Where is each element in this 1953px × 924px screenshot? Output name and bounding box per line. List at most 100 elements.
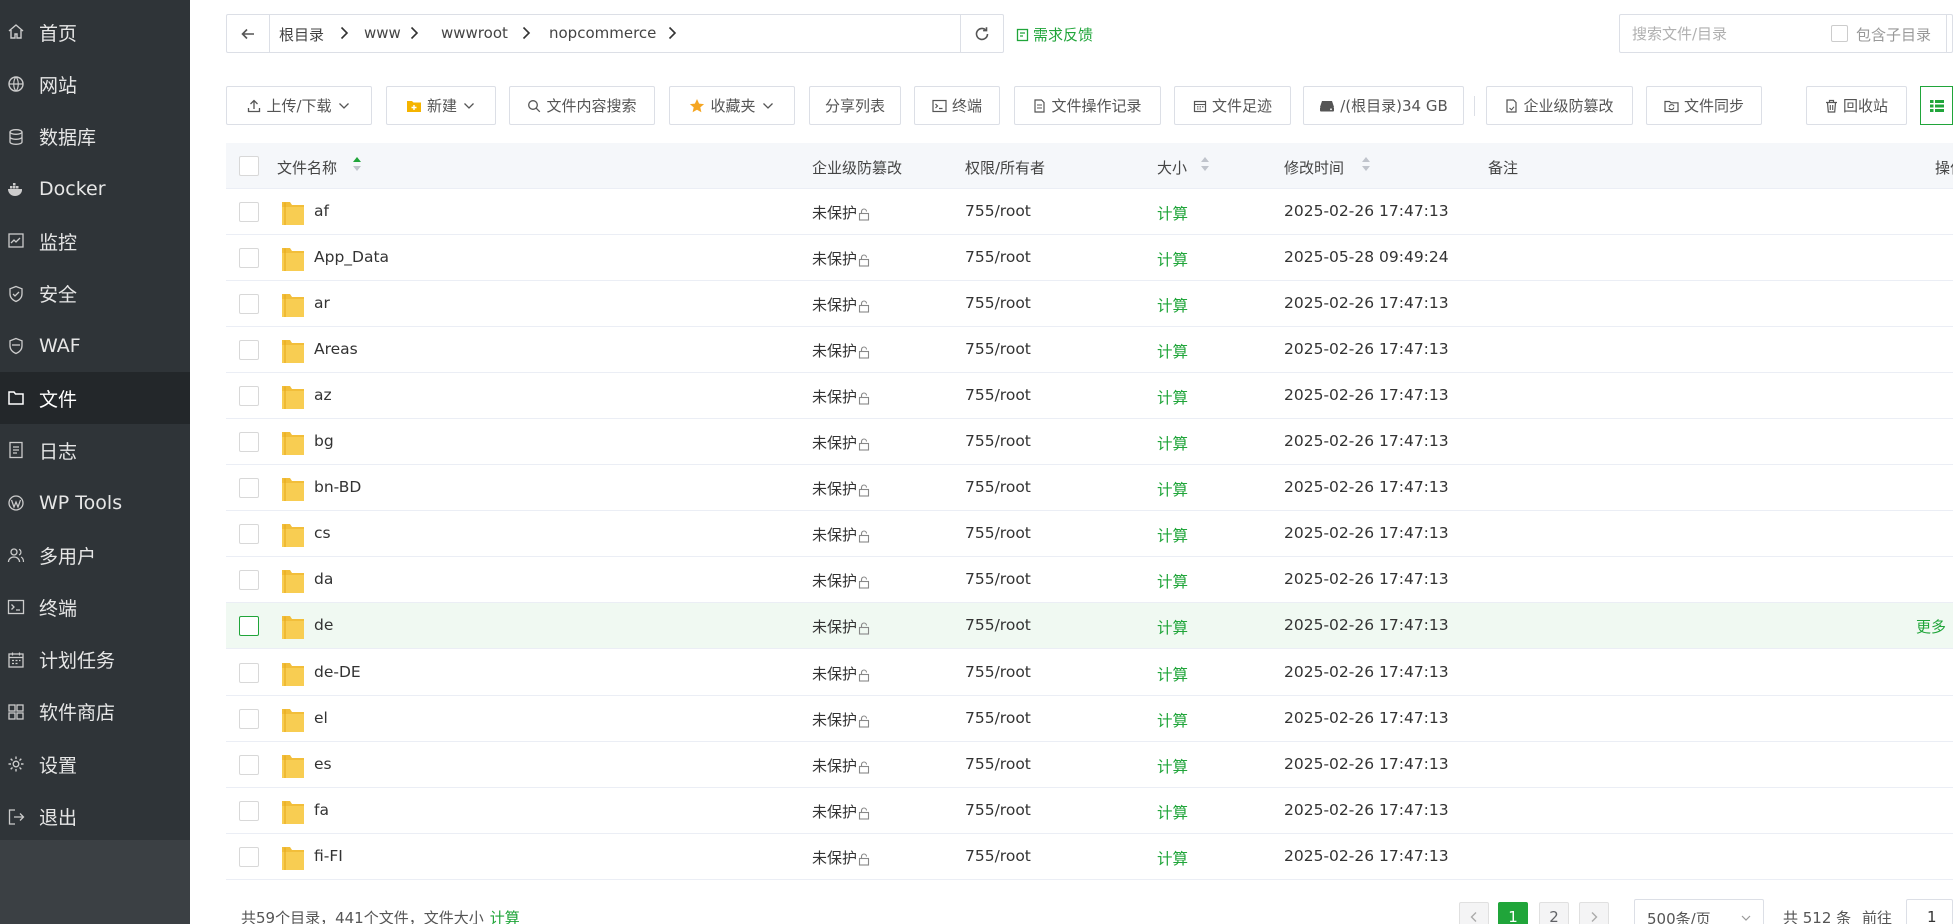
sidebar-item[interactable]: 网站 <box>0 58 190 110</box>
list-view-toggle[interactable] <box>1920 86 1953 125</box>
protect-status[interactable]: 未保护 <box>812 340 870 361</box>
table-row[interactable]: de-DE 未保护 755/root 计算 2025-02-26 17:47:13 <box>226 650 1953 696</box>
file-name[interactable]: da <box>314 570 333 588</box>
lock-icon[interactable] <box>858 715 870 728</box>
permission-owner[interactable]: 755/root <box>965 570 1031 588</box>
sidebar-item[interactable]: Docker <box>0 163 190 215</box>
op-log-button[interactable]: 文件操作记录 <box>1014 86 1161 125</box>
table-row[interactable]: es 未保护 755/root 计算 2025-02-26 17:47:13 <box>226 742 1953 788</box>
file-name[interactable]: fi-FI <box>314 847 343 865</box>
protect-status[interactable]: 未保护 <box>812 294 870 315</box>
sidebar-item[interactable]: 监控 <box>0 215 190 267</box>
prev-page-button[interactable] <box>1459 902 1489 924</box>
table-row[interactable]: App_Data 未保护 755/root 计算 2025-05-28 09:49:24 <box>226 235 1953 282</box>
feedback-link[interactable]: 需求反馈 <box>1016 24 1093 45</box>
lock-icon[interactable] <box>858 807 870 820</box>
permission-owner[interactable]: 755/root <box>965 709 1031 727</box>
sidebar-item[interactable]: 终端 <box>0 581 190 633</box>
size-calc-link[interactable]: 计算 <box>1157 340 1188 362</box>
sidebar-item[interactable]: 软件商店 <box>0 686 190 738</box>
select-all-checkbox[interactable] <box>239 156 259 176</box>
tamper-protect-button[interactable]: 企业级防篡改 <box>1486 86 1633 125</box>
table-row[interactable]: bn-BD 未保护 755/root 计算 2025-02-26 17:47:13 <box>226 465 1953 512</box>
summary-calc-link[interactable]: 计算 <box>490 907 520 924</box>
sidebar-item[interactable]: 数据库 <box>0 111 190 163</box>
protect-status[interactable]: 未保护 <box>812 616 870 637</box>
include-subdir-checkbox[interactable] <box>1831 25 1848 42</box>
lock-icon[interactable] <box>858 484 870 497</box>
size-calc-link[interactable]: 计算 <box>1157 386 1188 408</box>
lock-icon[interactable] <box>858 392 870 405</box>
size-calc-link[interactable]: 计算 <box>1157 524 1188 546</box>
table-row[interactable]: af 未保护 755/root 计算 2025-02-26 17:47:13 <box>226 189 1953 235</box>
permission-owner[interactable]: 755/root <box>965 340 1031 358</box>
new-button[interactable]: 新建 <box>386 86 496 125</box>
row-checkbox[interactable] <box>239 478 259 499</box>
permission-owner[interactable]: 755/root <box>965 202 1031 220</box>
sidebar-item[interactable]: WAF <box>0 320 190 372</box>
protect-status[interactable]: 未保护 <box>812 478 870 499</box>
search-input[interactable] <box>1632 23 1822 45</box>
table-row[interactable]: el 未保护 755/root 计算 2025-02-26 17:47:13 <box>226 696 1953 742</box>
breadcrumb-wwwroot[interactable]: wwwroot <box>441 24 508 42</box>
size-calc-link[interactable]: 计算 <box>1157 801 1188 823</box>
lock-icon[interactable] <box>858 254 870 267</box>
protect-status[interactable]: 未保护 <box>812 709 870 730</box>
protect-status[interactable]: 未保护 <box>812 386 870 407</box>
breadcrumb-root[interactable]: 根目录 <box>279 24 324 45</box>
next-page-button[interactable] <box>1579 902 1609 924</box>
permission-owner[interactable]: 755/root <box>965 386 1031 404</box>
size-calc-link[interactable]: 计算 <box>1157 478 1188 500</box>
protect-status[interactable]: 未保护 <box>812 248 870 269</box>
row-checkbox[interactable] <box>239 340 259 361</box>
table-row[interactable]: Areas 未保护 755/root 计算 2025-02-26 17:47:13 <box>226 327 1953 374</box>
file-name[interactable]: Areas <box>314 340 358 358</box>
lock-icon[interactable] <box>858 622 870 635</box>
lock-icon[interactable] <box>858 668 870 682</box>
sidebar-item[interactable]: 日志 <box>0 424 190 476</box>
row-checkbox[interactable] <box>239 202 259 222</box>
protect-status[interactable]: 未保护 <box>812 524 870 545</box>
permission-owner[interactable]: 755/root <box>965 801 1031 819</box>
table-row[interactable]: ar 未保护 755/root 计算 2025-02-26 17:47:13 <box>226 281 1953 328</box>
upload-download-button[interactable]: 上传/下载 <box>226 86 372 125</box>
more-actions-link[interactable]: 更多 <box>1916 616 1946 637</box>
sidebar-item[interactable]: 安全 <box>0 268 190 320</box>
lock-icon[interactable] <box>858 346 870 359</box>
row-checkbox[interactable] <box>239 570 259 591</box>
sidebar-item[interactable]: 首页 <box>0 6 190 58</box>
row-checkbox[interactable] <box>239 294 259 315</box>
table-row[interactable]: bg 未保护 755/root 计算 2025-02-26 17:47:13 <box>226 419 1953 466</box>
share-list-button[interactable]: 分享列表 <box>809 86 901 125</box>
lock-icon[interactable] <box>858 761 870 774</box>
protect-status[interactable]: 未保护 <box>812 432 870 453</box>
protect-status[interactable]: 未保护 <box>812 202 870 223</box>
protect-status[interactable]: 未保护 <box>812 755 870 776</box>
table-row[interactable]: de 未保护 755/root 计算 2025-02-26 17:47:13 更多 <box>226 603 1953 650</box>
file-name[interactable]: de-DE <box>314 663 361 681</box>
file-sync-button[interactable]: 文件同步 <box>1646 86 1762 125</box>
file-name[interactable]: bg <box>314 432 334 450</box>
row-checkbox[interactable] <box>239 432 259 453</box>
page-size-select[interactable]: 500条/页 <box>1634 899 1764 924</box>
table-row[interactable]: fa 未保护 755/root 计算 2025-02-26 17:47:13 <box>226 788 1953 834</box>
size-calc-link[interactable]: 计算 <box>1157 663 1188 685</box>
header-mtime[interactable]: 修改时间 <box>1284 157 1344 178</box>
file-name[interactable]: es <box>314 755 332 773</box>
protect-status[interactable]: 未保护 <box>812 570 870 591</box>
protect-status[interactable]: 未保护 <box>812 847 870 868</box>
back-button[interactable] <box>227 15 270 52</box>
file-name[interactable]: el <box>314 709 328 727</box>
header-size[interactable]: 大小 <box>1157 157 1187 178</box>
size-calc-link[interactable]: 计算 <box>1157 755 1188 777</box>
row-checkbox[interactable] <box>239 754 259 775</box>
sort-icon[interactable] <box>1200 156 1210 172</box>
permission-owner[interactable]: 755/root <box>965 478 1031 496</box>
size-calc-link[interactable]: 计算 <box>1157 570 1188 592</box>
file-name[interactable]: az <box>314 386 332 404</box>
footprint-button[interactable]: 文件足迹 <box>1174 86 1291 125</box>
sidebar-item[interactable]: 多用户 <box>0 529 190 581</box>
lock-icon[interactable] <box>858 853 870 866</box>
file-name[interactable]: App_Data <box>314 248 389 266</box>
header-name[interactable]: 文件名称 <box>277 157 337 178</box>
